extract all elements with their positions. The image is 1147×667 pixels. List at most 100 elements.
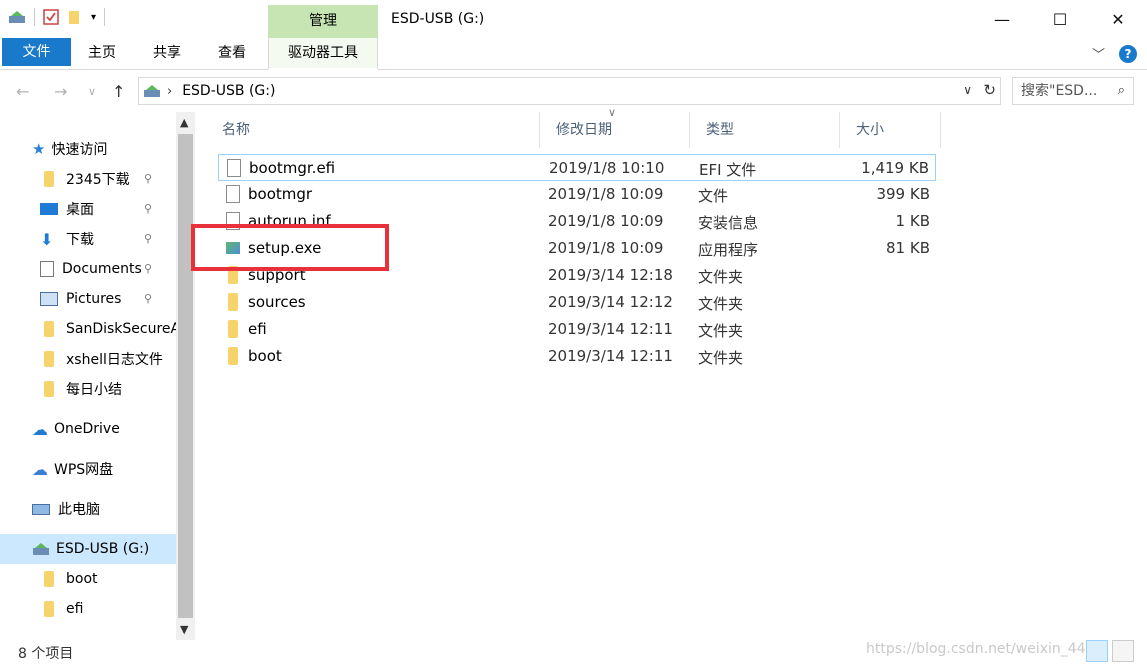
nav-item-onedrive[interactable]: ☁ OneDrive bbox=[32, 414, 176, 444]
chevron-down-icon[interactable]: ﹀ bbox=[1092, 44, 1105, 63]
tab-home[interactable]: 主页 bbox=[88, 38, 116, 68]
toolbar-separator bbox=[104, 8, 106, 26]
help-button[interactable]: ? bbox=[1119, 44, 1137, 63]
up-arrow-icon[interactable]: ↑ bbox=[112, 82, 125, 101]
tab-view[interactable]: 查看 bbox=[218, 38, 246, 68]
maximize-button[interactable]: ☐ bbox=[1031, 0, 1089, 38]
refresh-icon[interactable]: ↻ bbox=[983, 81, 996, 99]
cloud-icon: ☁ bbox=[32, 459, 48, 479]
pin-icon: ⚲ bbox=[143, 292, 152, 305]
column-header-size[interactable]: 大小 bbox=[840, 112, 941, 148]
pin-icon: ⚲ bbox=[143, 232, 152, 245]
nav-item-esd-usb[interactable]: ESD-USB (G:) bbox=[0, 534, 176, 564]
table-row[interactable]: efi 2019/3/14 12:11 文件夹 bbox=[218, 316, 936, 343]
tab-drive-tools[interactable]: 驱动器工具 bbox=[268, 38, 378, 70]
breadcrumb-chevron-icon[interactable]: › bbox=[167, 84, 172, 99]
nav-item-label: 2345下载 bbox=[66, 172, 130, 188]
folder-icon bbox=[44, 571, 54, 587]
scroll-down-icon[interactable]: ▼ bbox=[180, 623, 188, 636]
computer-icon bbox=[32, 503, 50, 515]
minimize-button[interactable]: — bbox=[973, 0, 1031, 38]
nav-item-label: 桌面 bbox=[66, 202, 94, 218]
file-type: 文件夹 bbox=[698, 268, 744, 286]
tab-manage[interactable]: 管理 bbox=[268, 5, 378, 38]
file-type: 安装信息 bbox=[698, 214, 759, 232]
nav-item-label: 快速访问 bbox=[51, 142, 108, 158]
file-name: boot bbox=[248, 347, 282, 365]
ribbon-right-controls: ﹀ ? bbox=[1092, 44, 1137, 63]
details-view-icon[interactable] bbox=[1086, 640, 1108, 662]
nav-item-2345[interactable]: 2345下载 ⚲ bbox=[40, 164, 176, 194]
nav-item-quick-access[interactable]: ★ 快速访问 bbox=[32, 134, 172, 164]
file-type: EFI 文件 bbox=[699, 161, 757, 179]
address-bar[interactable]: › ESD-USB (G:) ∨ ↻ bbox=[138, 77, 1001, 105]
address-dropdown-icon[interactable]: ∨ bbox=[963, 83, 972, 97]
file-icon bbox=[227, 159, 241, 177]
search-placeholder: 搜索"ESD... bbox=[1021, 83, 1098, 99]
forward-arrow-icon[interactable]: → bbox=[54, 82, 67, 101]
file-icon bbox=[226, 185, 240, 203]
back-arrow-icon[interactable]: ← bbox=[16, 82, 29, 101]
file-type: 文件夹 bbox=[698, 295, 744, 313]
nav-item-this-pc[interactable]: 此电脑 bbox=[32, 494, 176, 524]
cloud-icon: ☁ bbox=[32, 419, 48, 439]
new-folder-icon[interactable] bbox=[67, 9, 83, 25]
file-type: 应用程序 bbox=[698, 241, 759, 259]
search-icon[interactable]: ⌕ bbox=[1118, 78, 1125, 104]
usb-drive-icon bbox=[33, 543, 49, 555]
folder-icon bbox=[228, 347, 238, 365]
nav-item-pictures[interactable]: Pictures ⚲ bbox=[40, 284, 176, 314]
nav-item-label: Pictures bbox=[66, 291, 122, 307]
table-row[interactable]: sources 2019/3/14 12:12 文件夹 bbox=[218, 289, 936, 316]
column-header-name[interactable]: 名称 bbox=[206, 112, 540, 148]
table-row[interactable]: bootmgr 2019/1/8 10:09 文件 399 KB bbox=[218, 181, 936, 208]
large-icons-view-icon[interactable] bbox=[1112, 640, 1134, 662]
nav-item-label: boot bbox=[66, 571, 98, 587]
table-row[interactable]: boot 2019/3/14 12:11 文件夹 bbox=[218, 343, 936, 370]
highlight-box bbox=[191, 224, 389, 271]
file-size: 81 KB bbox=[886, 239, 930, 257]
column-header-type[interactable]: 类型 bbox=[690, 112, 840, 148]
documents-icon bbox=[40, 261, 54, 277]
file-name: efi bbox=[248, 320, 267, 338]
file-date: 2019/1/8 10:09 bbox=[548, 212, 664, 230]
nav-item-sandisk[interactable]: SanDiskSecureA bbox=[40, 314, 176, 344]
tab-share[interactable]: 共享 bbox=[153, 38, 181, 68]
nav-item-documents[interactable]: Documents ⚲ bbox=[40, 254, 176, 284]
view-toggle bbox=[1086, 640, 1134, 662]
customize-dropdown-icon[interactable]: ▾ bbox=[91, 12, 96, 23]
nav-item-wps[interactable]: ☁ WPS网盘 bbox=[32, 454, 176, 484]
nav-item-downloads[interactable]: ⬇ 下载 ⚲ bbox=[40, 224, 176, 254]
search-box[interactable]: 搜索"ESD... ⌕ bbox=[1012, 77, 1134, 105]
recent-locations-icon[interactable]: ∨ bbox=[88, 85, 96, 98]
folder-icon bbox=[44, 381, 54, 397]
usb-drive-icon bbox=[144, 85, 160, 97]
nav-item-label: efi bbox=[66, 601, 84, 617]
nav-item-boot[interactable]: boot bbox=[40, 564, 176, 594]
file-date: 2019/3/14 12:12 bbox=[548, 293, 673, 311]
nav-item-xshell[interactable]: xshell日志文件 bbox=[40, 344, 176, 374]
scroll-thumb[interactable] bbox=[178, 134, 193, 618]
nav-item-desktop[interactable]: 桌面 ⚲ bbox=[40, 194, 176, 224]
file-date: 2019/3/14 12:11 bbox=[548, 347, 673, 365]
folder-icon bbox=[228, 320, 238, 338]
breadcrumb-path[interactable]: ESD-USB (G:) bbox=[182, 83, 275, 99]
desktop-icon bbox=[40, 203, 58, 215]
scroll-up-icon[interactable]: ▲ bbox=[180, 116, 188, 129]
star-icon: ★ bbox=[32, 140, 46, 158]
file-date: 2019/1/8 10:09 bbox=[548, 185, 664, 203]
table-row[interactable]: bootmgr.efi 2019/1/8 10:10 EFI 文件 1,419 … bbox=[218, 154, 936, 181]
file-name: bootmgr.efi bbox=[249, 159, 336, 177]
sort-chevron-icon: ∨ bbox=[608, 106, 617, 119]
status-item-count: 8 个项目 bbox=[18, 646, 74, 662]
nav-item-efi[interactable]: efi bbox=[40, 594, 176, 624]
nav-item-label: ESD-USB (G:) bbox=[56, 541, 150, 557]
properties-icon[interactable] bbox=[43, 9, 59, 25]
close-button[interactable]: ✕ bbox=[1089, 0, 1147, 38]
folder-icon bbox=[44, 601, 54, 617]
nav-item-label: 每日小结 bbox=[66, 382, 122, 398]
navigation-pane: ★ 快速访问 2345下载 ⚲ 桌面 ⚲ ⬇ 下载 ⚲ Documents ⚲ … bbox=[0, 112, 196, 640]
nav-scrollbar[interactable]: ▲ ▼ bbox=[176, 112, 195, 640]
nav-item-daily-summary[interactable]: 每日小结 bbox=[40, 374, 176, 404]
tab-file[interactable]: 文件 bbox=[2, 38, 71, 66]
